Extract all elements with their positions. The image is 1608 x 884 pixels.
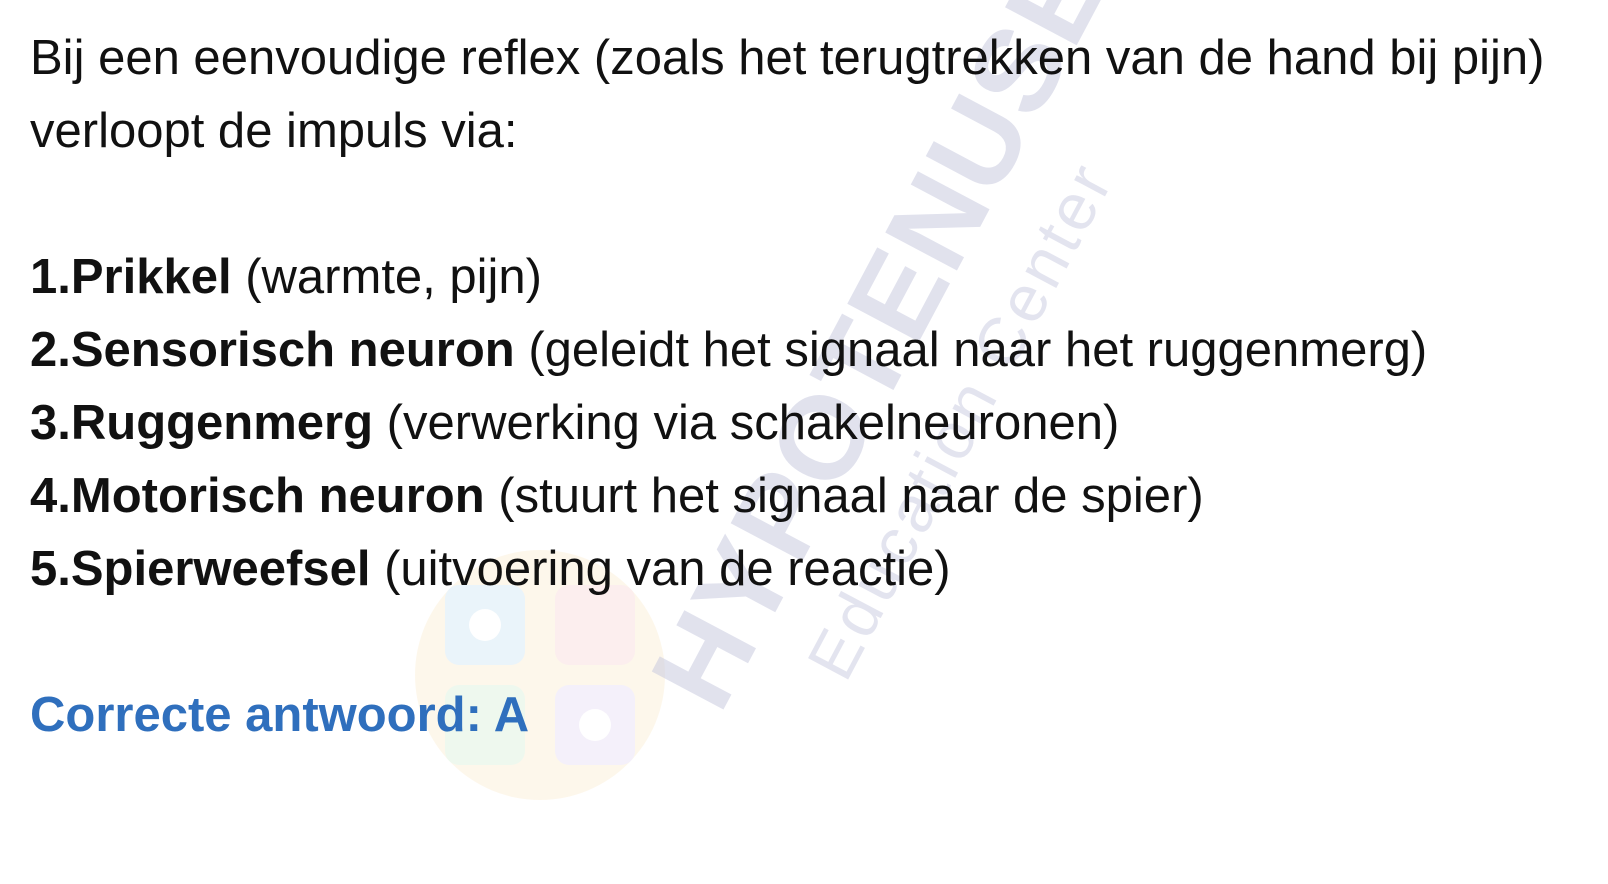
list-item: 4.Motorisch neuron (stuurt het signaal n… [30,460,1590,533]
step-number: 4. [30,469,71,523]
list-item: 3.Ruggenmerg (verwerking via schakelneur… [30,387,1590,460]
list-item: 2.Sensorisch neuron (geleidt het signaal… [30,314,1590,387]
step-number: 5. [30,542,71,596]
step-number: 2. [30,323,71,377]
step-detail: (stuurt het signaal naar de spier) [484,469,1204,523]
step-title: Ruggenmerg [70,396,374,450]
slide: HYPOTENUSE Education Center Bij een eenv… [0,0,1608,884]
correct-answer: Correcte antwoord: A [30,688,530,742]
reflex-steps-list: 1.Prikkel (warmte, pijn) 2.Sensorisch ne… [30,241,1590,606]
list-item: 5.Spierweefsel (uitvoering van de reacti… [30,533,1590,606]
step-number: 1. [30,250,71,304]
step-detail: (verwerking via schakelneuronen) [373,396,1120,450]
step-detail: (uitvoering van de reactie) [370,542,951,596]
list-item: 1.Prikkel (warmte, pijn) [30,241,1590,314]
step-title: Sensorisch neuron [70,323,515,377]
step-detail: (warmte, pijn) [231,250,542,304]
step-title: Motorisch neuron [70,469,485,523]
step-number: 3. [30,396,71,450]
step-title: Spierweefsel [70,542,371,596]
step-detail: (geleidt het signaal naar het ruggenmerg… [514,323,1428,377]
step-title: Prikkel [70,250,232,304]
slide-content: Bij een eenvoudige reflex (zoals het ter… [30,22,1590,752]
intro-text: Bij een eenvoudige reflex (zoals het ter… [30,31,1545,158]
